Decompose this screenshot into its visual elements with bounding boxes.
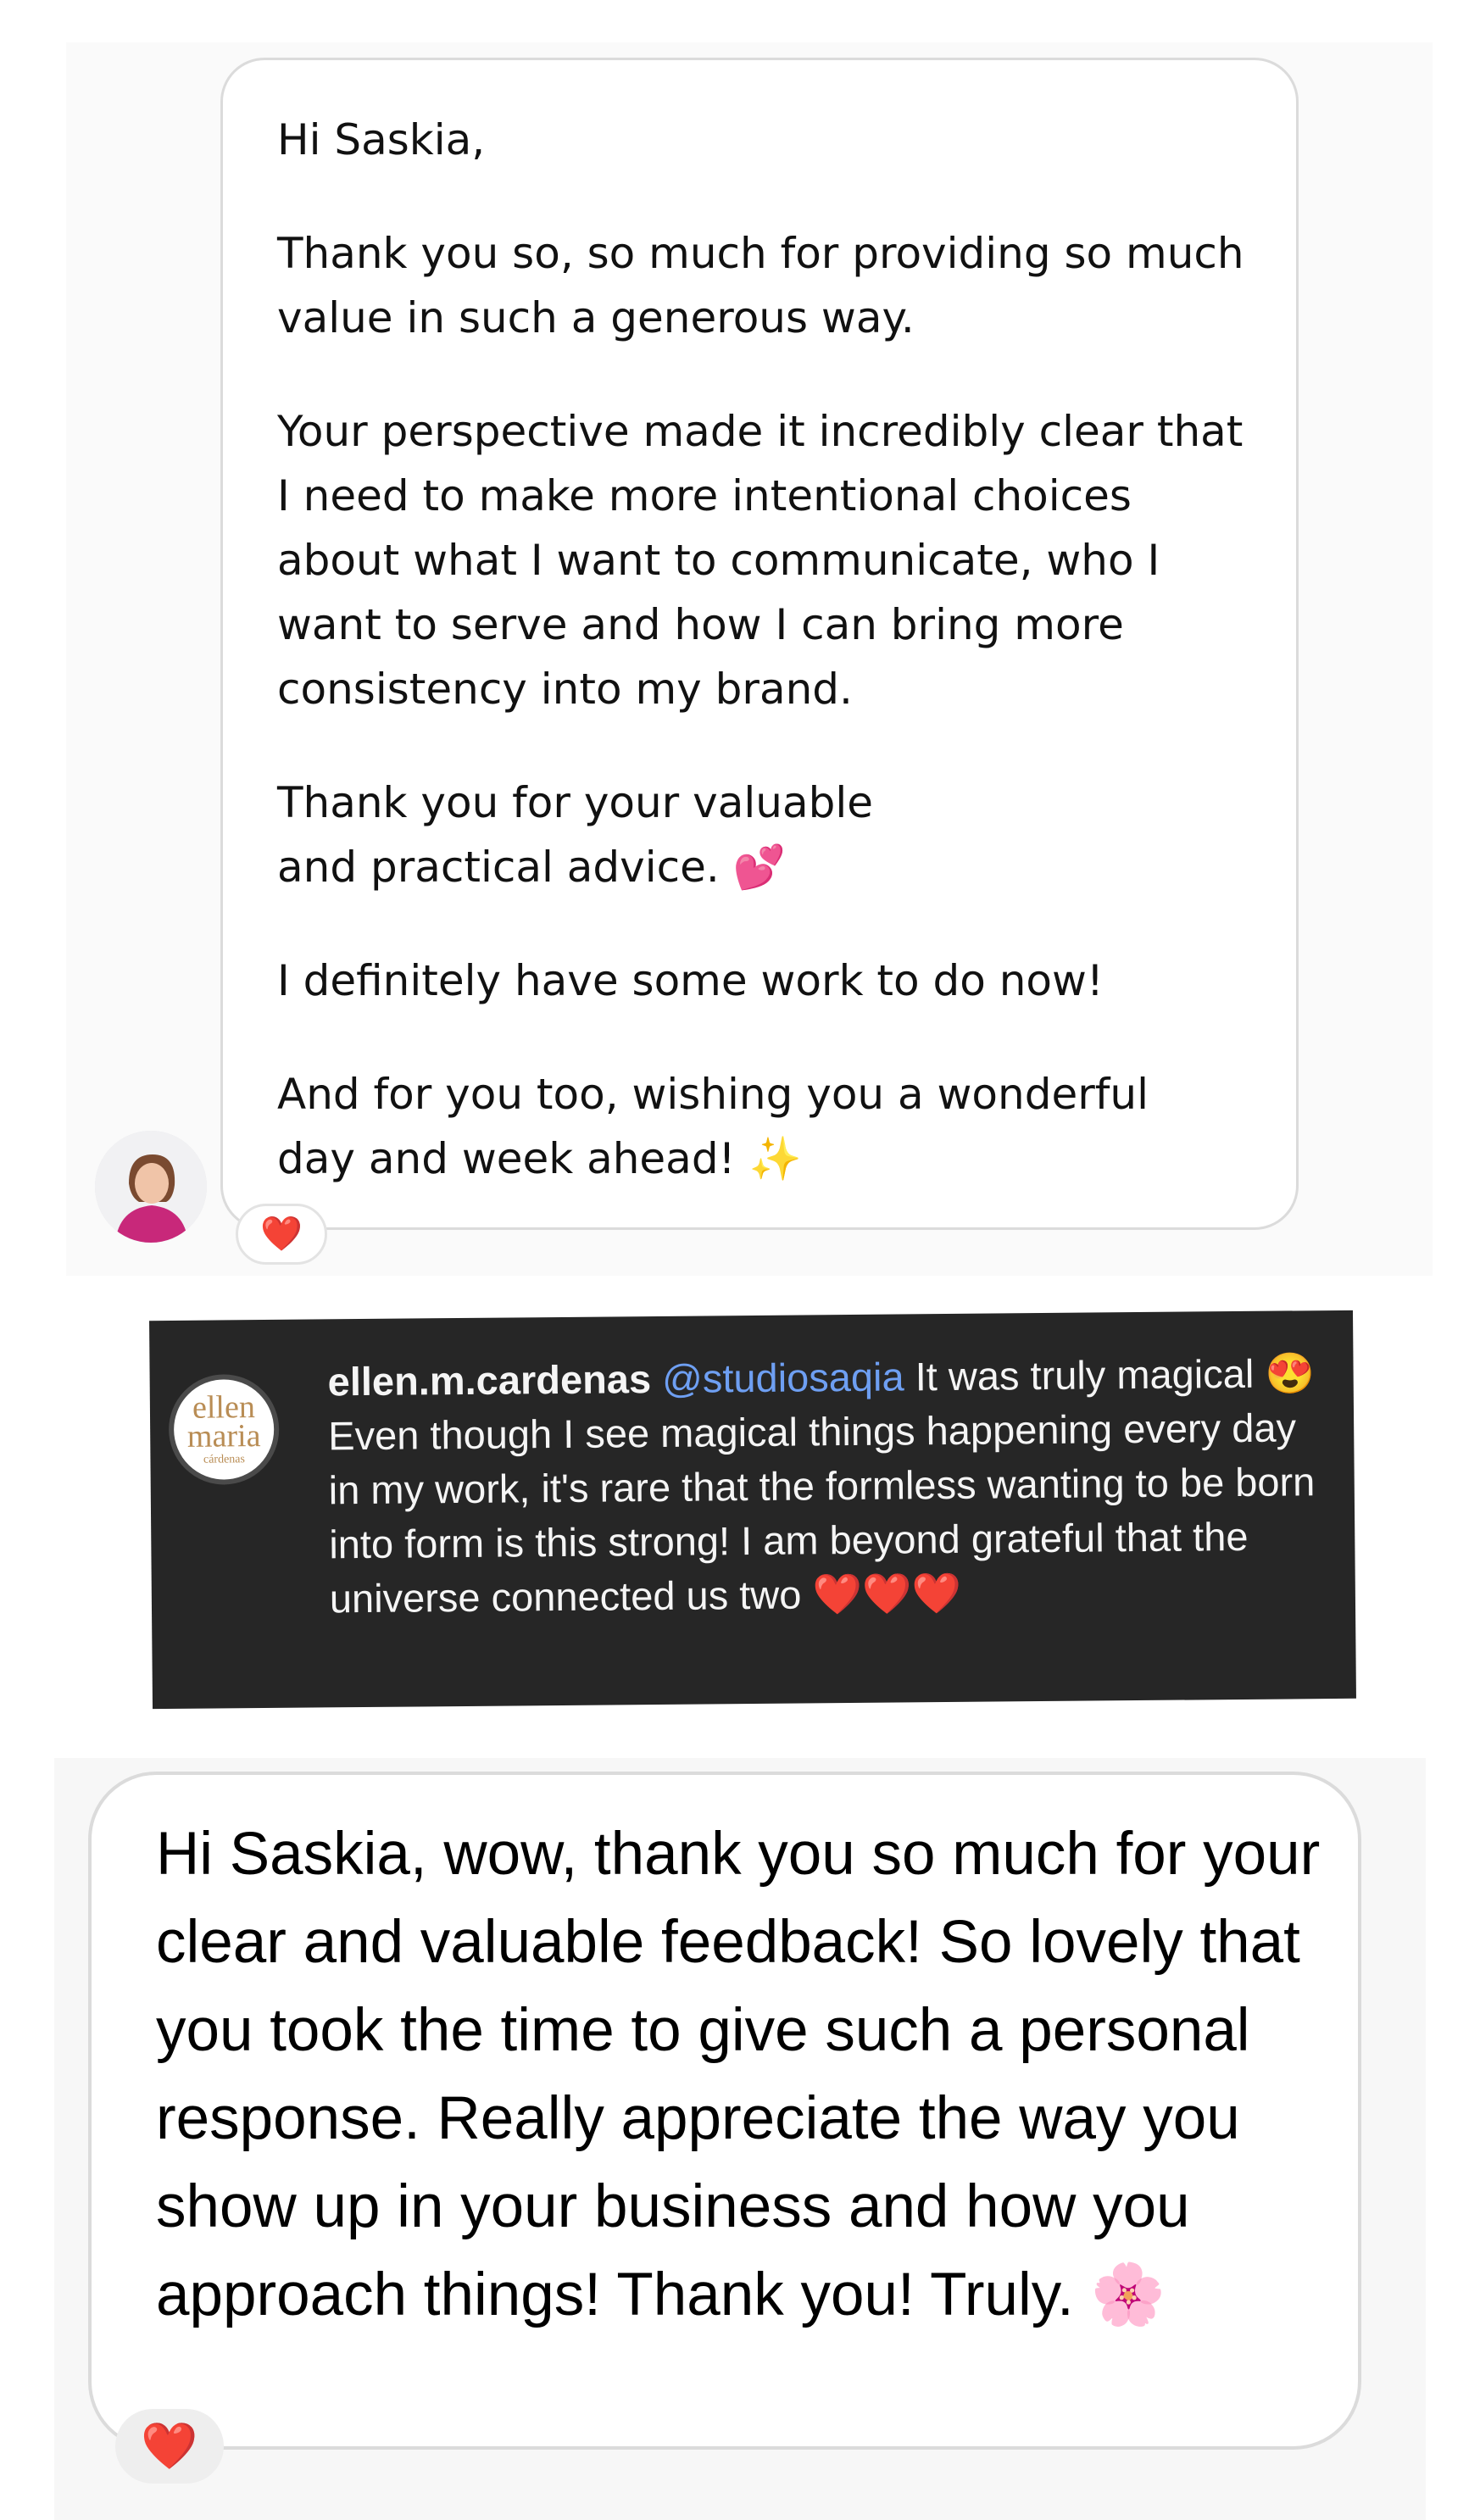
message-text: Hi Saskia, wow, thank you so much for yo… <box>156 1821 1321 2328</box>
heart-reaction[interactable]: ❤️ <box>115 2409 224 2484</box>
message-paragraph: And for you too, wishing you a wonderful… <box>277 1070 1149 1183</box>
heart-reaction[interactable]: ❤️ <box>236 1204 327 1265</box>
message-paragraph: Thank you so, so much for providing so m… <box>277 229 1244 342</box>
message-paragraph: Your perspective made it incredibly clea… <box>277 407 1244 714</box>
comment-username[interactable]: ellen.m.cardenas <box>327 1356 651 1404</box>
message-bubble: Hi Saskia, wow, thank you so much for yo… <box>88 1772 1361 2450</box>
message-bubble: Hi Saskia, Thank you so, so much for pro… <box>220 58 1299 1230</box>
heart-icon: ❤️ <box>260 1215 303 1254</box>
heart-icon: ❤️ <box>141 2419 198 2473</box>
avatar[interactable] <box>95 1131 207 1243</box>
message-greeting: Hi Saskia, <box>277 115 486 164</box>
user-avatar-icon <box>95 1131 207 1243</box>
message-paragraph: I definitely have some work to do now! <box>277 956 1104 1005</box>
logo-text: cárdenas <box>203 1453 246 1466</box>
comment-body: ellen.m.cardenas @studiosaqia It was tru… <box>327 1346 1338 1626</box>
comment-mention[interactable]: @studiosaqia <box>662 1354 904 1400</box>
dm-screenshot-top: Hi Saskia, Thank you so, so much for pro… <box>66 42 1433 1276</box>
dm-screenshot-bottom: Hi Saskia, wow, thank you so much for yo… <box>54 1758 1426 2520</box>
comment-screenshot: ellen maria cárdenas ellen.m.cardenas @s… <box>149 1310 1356 1710</box>
message-paragraph: Thank you for your valuable and practica… <box>277 778 873 892</box>
profile-logo[interactable]: ellen maria cárdenas <box>168 1373 280 1486</box>
logo-text: maria <box>186 1418 261 1455</box>
